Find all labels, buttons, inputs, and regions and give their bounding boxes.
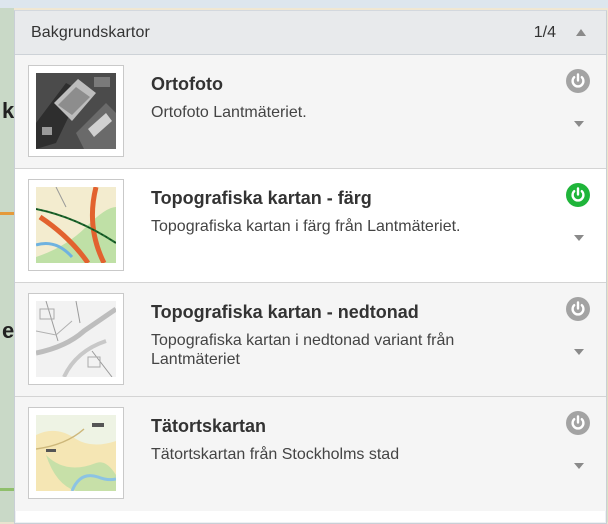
layer-title: Tätortskartan <box>151 416 267 436</box>
urban-map-thumbnail-icon <box>36 415 116 491</box>
power-icon <box>566 69 590 93</box>
layer-description: Topografiska kartan i färg från Lantmäte… <box>151 218 461 235</box>
background-maps-panel: Bakgrundskartor 1/4 Ortofoto Ortofoto La… <box>14 10 607 524</box>
map-park <box>0 488 14 491</box>
expand-button[interactable] <box>572 459 586 473</box>
layer-toggle-button[interactable] <box>566 297 590 321</box>
map-road <box>0 212 14 215</box>
layer-title: Topografiska kartan - färg <box>151 188 372 208</box>
expand-button[interactable] <box>572 231 586 245</box>
layer-toggle-button[interactable] <box>566 183 590 207</box>
chevron-up-icon <box>576 29 586 36</box>
layer-title: Topografiska kartan - nedtonad <box>151 302 419 322</box>
power-icon <box>566 297 590 321</box>
layer-toggle-button[interactable] <box>566 411 590 435</box>
layer-item-topografiska-nedtonad[interactable]: Topografiska kartan - nedtonad Topografi… <box>15 283 606 397</box>
layer-thumbnail[interactable] <box>28 65 124 157</box>
aerial-photo-thumbnail-icon <box>36 73 116 149</box>
layer-description: Tätortskartan från Stockholms stad <box>151 446 400 463</box>
power-icon <box>566 411 590 435</box>
chevron-down-icon <box>574 121 584 127</box>
topographic-color-thumbnail-icon <box>36 187 116 263</box>
layer-thumbnail[interactable] <box>28 179 124 271</box>
topographic-muted-thumbnail-icon <box>36 301 116 377</box>
expand-button[interactable] <box>572 345 586 359</box>
chevron-down-icon <box>574 235 584 241</box>
panel-header[interactable]: Bakgrundskartor 1/4 <box>15 11 606 55</box>
collapse-button[interactable] <box>574 26 588 40</box>
layer-item-tatortskartan[interactable]: Tätortskartan Tätortskartan från Stockho… <box>15 397 606 511</box>
map-label-fragment: e <box>2 318 15 343</box>
power-icon-active <box>566 183 590 207</box>
layer-description: Topografiska kartan i nedtonad variant f… <box>151 332 455 368</box>
layer-thumbnail[interactable] <box>28 293 124 385</box>
chevron-down-icon <box>574 349 584 355</box>
layer-item-ortofoto[interactable]: Ortofoto Ortofoto Lantmäteriet. <box>15 55 606 169</box>
chevron-down-icon <box>574 463 584 469</box>
layer-count: 1/4 <box>533 23 556 41</box>
map-label-fragment: k <box>2 98 15 123</box>
layer-item-topografiska-farg[interactable]: Topografiska kartan - färg Topografiska … <box>15 169 606 283</box>
layer-thumbnail[interactable] <box>28 407 124 499</box>
layer-title: Ortofoto <box>151 74 223 94</box>
layer-toggle-button[interactable] <box>566 69 590 93</box>
layer-description: Ortofoto Lantmäteriet. <box>151 104 307 121</box>
panel-title: Bakgrundskartor <box>31 23 150 41</box>
expand-button[interactable] <box>572 117 586 131</box>
